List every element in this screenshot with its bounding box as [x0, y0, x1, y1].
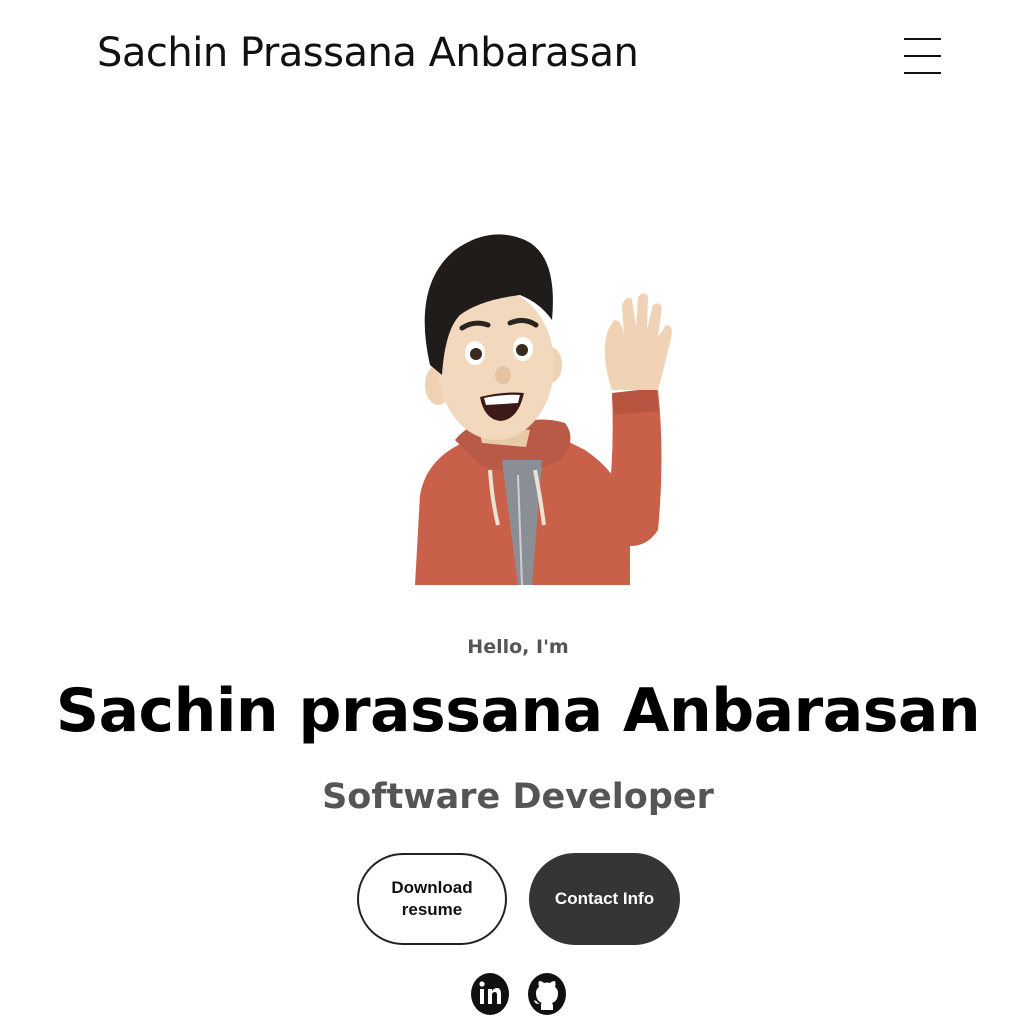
role-subtitle: Software Developer — [322, 777, 714, 817]
site-logo[interactable]: Sachin Prassana Anbarasan — [97, 30, 639, 76]
download-resume-button[interactable]: Download resume — [357, 853, 507, 945]
github-icon[interactable] — [527, 972, 567, 1016]
contact-info-button[interactable]: Contact Info — [529, 853, 680, 945]
linkedin-icon[interactable] — [470, 972, 510, 1016]
avatar-image — [415, 234, 672, 585]
portfolio-page: Sachin Prassana Anbarasan Hello, I'm Sac… — [0, 0, 1024, 1024]
download-resume-label: Download resume — [391, 878, 473, 919]
contact-info-label: Contact Info — [554, 889, 655, 908]
hamburger-menu-icon[interactable] — [904, 38, 942, 74]
hero-name: Sachin prassana Anbarasan — [55, 676, 981, 746]
greeting-text: Hello, I'm — [467, 636, 569, 658]
